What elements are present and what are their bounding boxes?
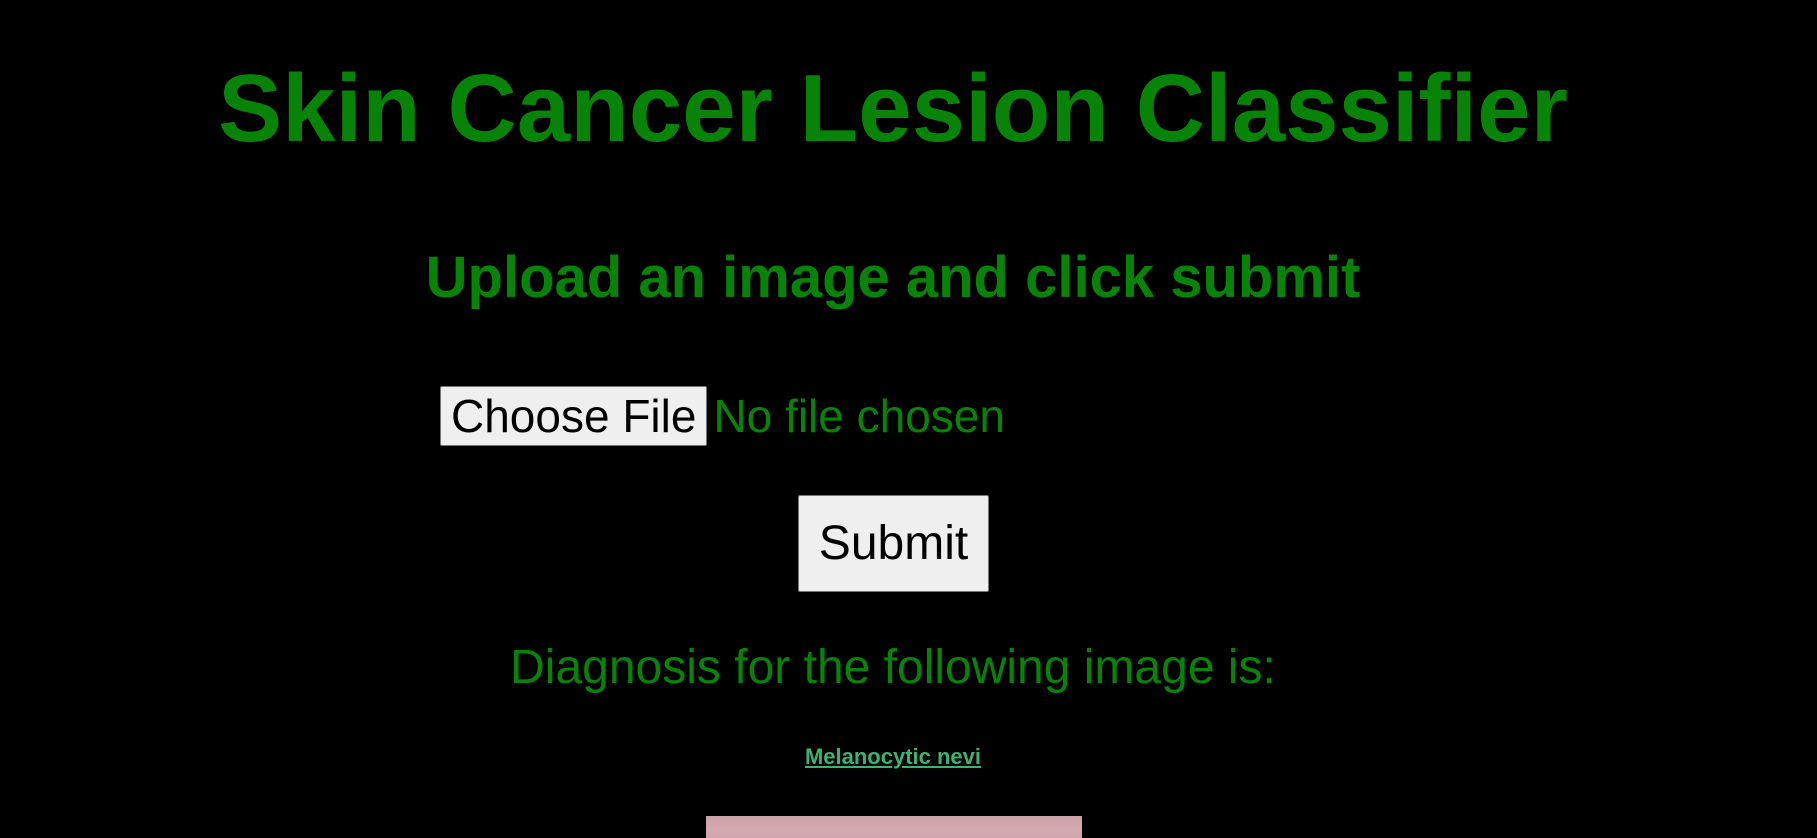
choose-file-button[interactable]: Choose File <box>440 386 708 446</box>
submit-button[interactable]: Submit <box>798 495 989 592</box>
diagnosis-label: Diagnosis for the following image is: <box>510 641 1276 694</box>
page: Skin Cancer Lesion Classifier Upload an … <box>0 0 1817 838</box>
lesion-image <box>706 816 1082 838</box>
diagnosis-result-link[interactable]: Melanocytic nevi <box>0 744 1786 770</box>
page-subtitle: Upload an image and click submit <box>425 245 1361 310</box>
page-title: Skin Cancer Lesion Classifier <box>218 55 1568 162</box>
file-status-text: No file chosen <box>713 390 1005 442</box>
file-input[interactable]: Choose File No file chosen <box>440 386 1005 446</box>
